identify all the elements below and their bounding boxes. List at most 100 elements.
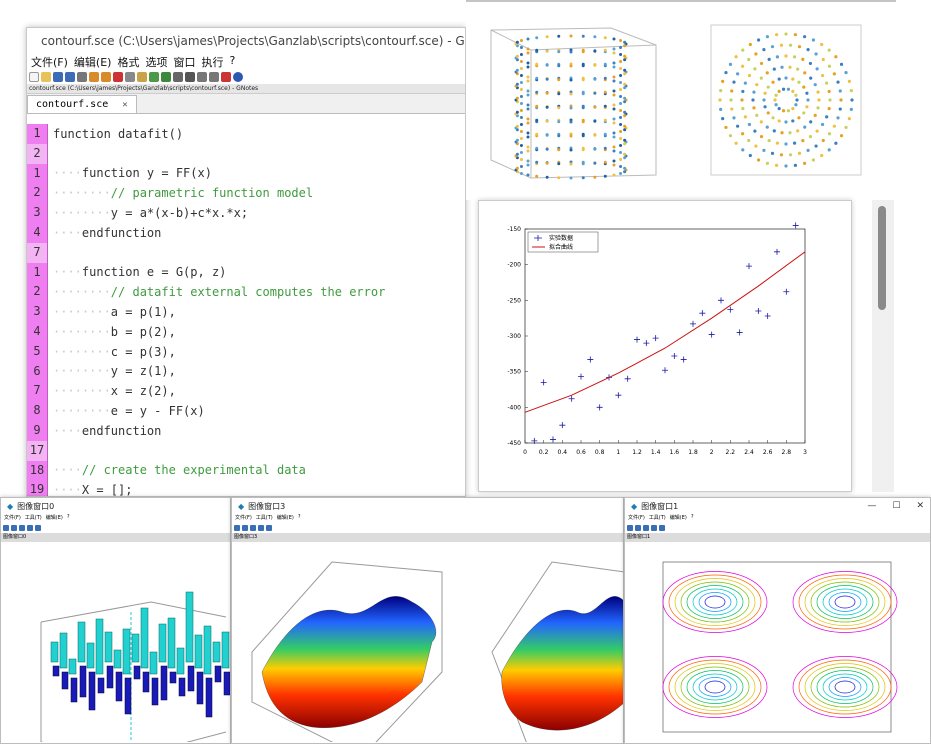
scatter-point — [619, 87, 623, 91]
code-line[interactable]: 1 function datafit() — [27, 124, 465, 144]
help-icon[interactable] — [233, 72, 243, 82]
menu-help[interactable]: ? — [229, 54, 235, 70]
cut-icon[interactable] — [113, 72, 123, 82]
help-icon[interactable] — [266, 525, 272, 531]
gw3-menu-tools[interactable]: 工具(T) — [256, 514, 273, 523]
zoom-out-icon[interactable] — [250, 525, 256, 531]
help-icon[interactable] — [659, 525, 665, 531]
debug-icon[interactable] — [197, 72, 207, 82]
zoom-in-icon[interactable] — [11, 525, 17, 531]
code-text: ········// datafit external computes the… — [53, 285, 386, 300]
code-line[interactable]: 17 — [27, 440, 465, 461]
execute-icon[interactable] — [161, 72, 171, 82]
code-line[interactable]: 6 ········y = z(1), — [27, 361, 465, 382]
code-line[interactable]: 1 ····function y = FF(x) — [27, 163, 465, 184]
gw3-menu-file[interactable]: 文件(F) — [235, 514, 252, 523]
paste-icon[interactable] — [137, 72, 147, 82]
scatter-point — [535, 48, 539, 52]
scatter-point — [792, 141, 797, 145]
rotate-icon[interactable] — [258, 525, 264, 531]
scrollbar-thumb[interactable] — [878, 206, 886, 310]
step-icon[interactable] — [173, 72, 183, 82]
gw0-menu-help[interactable]: ? — [67, 514, 70, 523]
gw1-menu-help[interactable]: ? — [691, 514, 694, 523]
code-line[interactable]: 3 ········y = a*(x-b)+c*x.*x; — [27, 203, 465, 223]
code-line[interactable]: 3 ········a = p(1), — [27, 302, 465, 322]
contour-line — [686, 670, 744, 704]
code-line[interactable]: 1 ····function e = G(p, z) — [27, 262, 465, 283]
minimize-icon[interactable]: — — [867, 501, 876, 511]
redo-icon[interactable] — [101, 72, 111, 82]
code-line[interactable]: 4 ········b = p(2), — [27, 322, 465, 342]
zoom-icon[interactable] — [3, 525, 9, 531]
zoom-in-icon[interactable] — [635, 525, 641, 531]
copy-icon[interactable] — [125, 72, 135, 82]
save-as-icon[interactable] — [65, 72, 75, 82]
undo-icon[interactable] — [89, 72, 99, 82]
code-line[interactable]: 18 ····// create the experimental data — [27, 460, 465, 481]
zoom-icon[interactable] — [627, 525, 633, 531]
menu-execute[interactable]: 执行 — [201, 54, 223, 70]
y-tick-label: -400 — [507, 404, 521, 411]
zoom-in-icon[interactable] — [242, 525, 248, 531]
tab-contourf[interactable]: contourf.sce ✕ — [27, 95, 137, 113]
menu-edit[interactable]: 编辑(E) — [74, 54, 112, 70]
code-line[interactable]: 2 ········// datafit external computes th… — [27, 282, 465, 303]
gw1-menu-file[interactable]: 文件(F) — [628, 514, 645, 523]
scatter-point — [792, 55, 797, 59]
tab-close-icon[interactable]: ✕ — [122, 100, 127, 110]
gw3-menu-edit[interactable]: 编辑(E) — [277, 514, 294, 523]
print-icon[interactable] — [77, 72, 87, 82]
zoom-out-icon[interactable] — [19, 525, 25, 531]
gw1-menu-tools[interactable]: 工具(T) — [649, 514, 666, 523]
menu-format[interactable]: 格式 — [117, 54, 139, 70]
zoom-icon[interactable] — [234, 525, 240, 531]
menu-window[interactable]: 窗口 — [173, 54, 195, 70]
gw1-menu-edit[interactable]: 编辑(E) — [670, 514, 687, 523]
save-icon[interactable] — [53, 72, 63, 82]
code-line[interactable]: 8 ········e = y - FF(x) — [27, 401, 465, 421]
play-icon[interactable] — [185, 72, 195, 82]
scatter-point — [820, 122, 825, 127]
scatter-point — [519, 123, 523, 127]
maximize-icon[interactable]: ☐ — [892, 501, 900, 511]
close-icon[interactable] — [221, 72, 231, 82]
menu-file[interactable]: 文件(F) — [31, 54, 68, 70]
scatter-point — [736, 72, 740, 76]
gw0-menu-file[interactable]: 文件(F) — [4, 514, 21, 523]
bar-down — [88, 671, 96, 711]
zoom-out-icon[interactable] — [643, 525, 649, 531]
open-file-icon[interactable] — [41, 72, 51, 82]
stop-icon[interactable] — [209, 72, 219, 82]
scatter-point — [747, 138, 751, 143]
new-file-icon[interactable] — [29, 72, 39, 82]
code-line[interactable]: 7 ········x = z(2), — [27, 381, 465, 402]
scatter-point — [794, 93, 798, 97]
run-icon[interactable] — [149, 72, 159, 82]
plot-3d-panel — [466, 0, 931, 200]
code-line[interactable]: 9 ····endfunction — [27, 421, 465, 441]
rotate-icon[interactable] — [27, 525, 33, 531]
code-line[interactable]: 4 ····endfunction — [27, 223, 465, 243]
scatter-point — [619, 45, 623, 49]
code-line[interactable]: 2 — [27, 143, 465, 164]
code-area[interactable]: 1 function datafit() 2 1 ····function y = FF… — [27, 120, 465, 496]
help-icon[interactable] — [35, 525, 41, 531]
line-number: 7 — [27, 242, 48, 263]
code-line[interactable]: 5 ········c = p(3), — [27, 341, 465, 362]
scatter-point — [557, 120, 561, 124]
menu-options[interactable]: 选项 — [145, 54, 167, 70]
gw3-menu-help[interactable]: ? — [298, 514, 301, 523]
code-line[interactable]: 7 — [27, 242, 465, 263]
gw0-menu-tools[interactable]: 工具(T) — [25, 514, 42, 523]
scatter-point — [791, 77, 795, 81]
scrollbar[interactable] — [872, 200, 894, 492]
gw0-menu-edit[interactable]: 编辑(E) — [46, 514, 63, 523]
code-line[interactable]: 2 ········// parametric function model — [27, 183, 465, 204]
bar-down — [61, 671, 69, 690]
scatter-point — [557, 64, 561, 68]
rotate-icon[interactable] — [651, 525, 657, 531]
close-icon[interactable]: ✕ — [916, 501, 924, 511]
code-line[interactable]: 19 ····X = []; — [27, 480, 465, 496]
code-text: ····function e = G(p, z) — [53, 265, 227, 280]
